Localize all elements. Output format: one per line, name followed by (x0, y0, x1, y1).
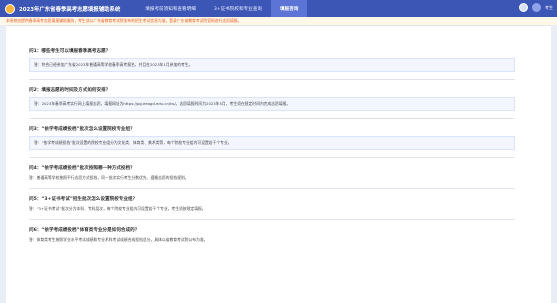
faq-list: 问1：哪些考生可以填报春季高考志愿？ 答：符合已经参加广东省2023年普通高等学校… (29, 48, 515, 247)
faq-question: 问1：哪些考生可以填报春季高考志愿？ (29, 49, 111, 54)
faq-answer: 答：体育类考生按照学业水平考试成绩和专业术科考试成绩合成投档总分，具体以省教育考… (29, 237, 208, 242)
divider (29, 219, 515, 220)
user-area: 考生 (519, 3, 553, 12)
content-panel: 问1：哪些考生可以填报春季高考志愿？ 答：符合已经参加广东省2023年普通高等学校… (6, 25, 551, 303)
divider (29, 157, 515, 158)
user-icon[interactable] (532, 3, 541, 12)
faq-question: 问5：“3+证书考试”招生批次怎么设置院校专业组？ (29, 197, 138, 202)
faq-question: 问4：“依学考成绩投档”批次按照哪一种方式投档？ (29, 166, 135, 171)
faq-answer: 答：“3+证书考试”批次分为本科、专科层次，每个院校专业组内可设置若干个专业，考… (29, 206, 206, 211)
faq-answer: 答：普通高等学校按照平行志愿方式投档，同一批次实行考生分数优先、遵循志愿的投档规… (29, 175, 189, 180)
divider (29, 79, 515, 80)
nav-item-3[interactable]: 填报咨询 (270, 0, 308, 17)
divider (29, 188, 515, 189)
notice-banner: 本系统仅提供春季高考志愿填报辅助服务，考生须以广东省教育考试院发布的招生考试信息… (0, 17, 557, 25)
faq-question: 问6：“依学考成绩投档”体育类专业分是如何合成的？ (29, 228, 140, 233)
logo-icon (5, 3, 15, 14)
divider (29, 118, 515, 119)
nav-item-2[interactable]: 3+证书院校和专业查询 (205, 0, 271, 17)
top-bar: 2023年广东省春季高考志愿填报辅助系统 填报考前须知和查看明细 3+证书院校和… (0, 0, 557, 17)
main-nav: 填报考前须知和查看明细 3+证书院校和专业查询 填报咨询 (136, 0, 308, 17)
faq-question: 问3：“依学考成绩投档”批次怎么设置院校专业组？ (29, 127, 135, 132)
avatar-icon[interactable] (519, 3, 528, 12)
nav-item-1[interactable]: 填报考前须知和查看明细 (136, 0, 205, 17)
faq-answer: 答：2023年春季高考实行网上填报志愿，填报网址为https://pg.eeag… (29, 97, 515, 111)
user-name: 考生 (545, 4, 553, 10)
faq-question: 问2：填报志愿的时间及方式如何安排？ (29, 88, 111, 93)
faq-answer: 答：符合已经参加广东省2023年普通高等学校春季高考报名，并且在2023年1月参… (29, 58, 515, 72)
faq-answer: 答：“依学考成绩投档”批次设置的院校专业组分为文化类、体育类、美术类等，每个院校… (29, 136, 515, 150)
app-title: 2023年广东省春季高考志愿填报辅助系统 (19, 6, 121, 13)
